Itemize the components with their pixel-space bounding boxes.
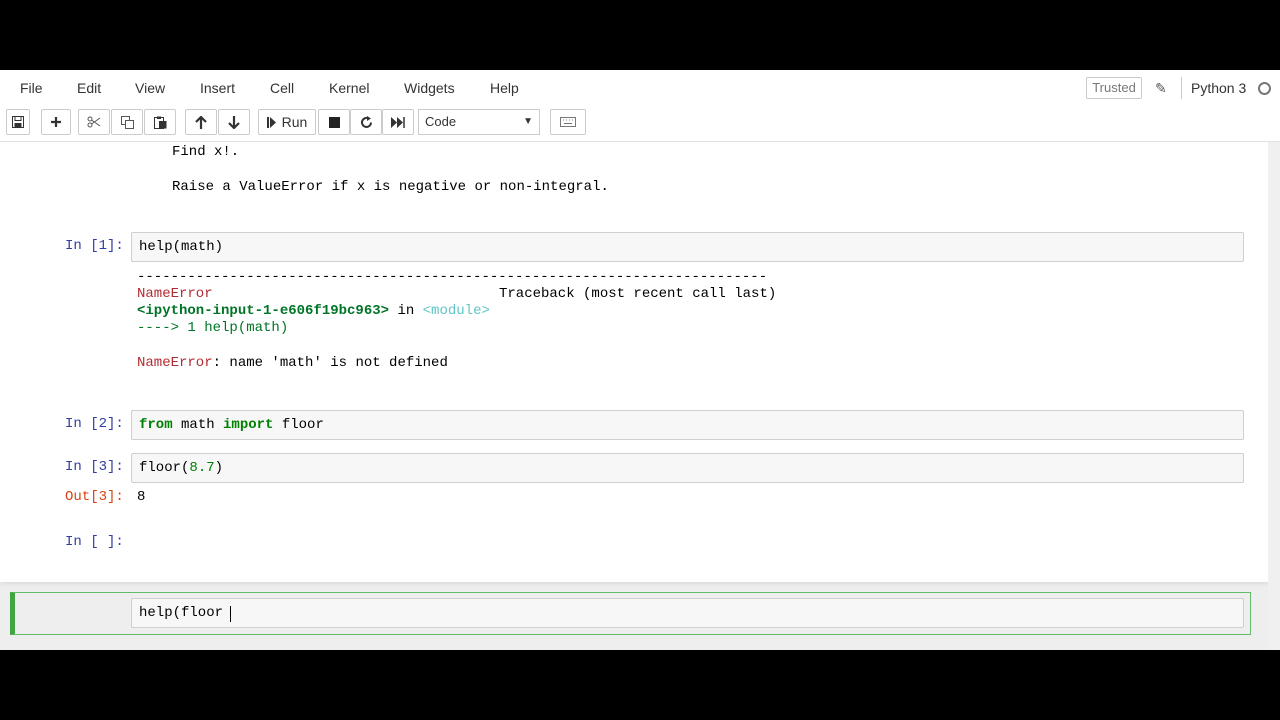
- menu-view[interactable]: View: [135, 80, 165, 96]
- keyboard-icon: [560, 117, 576, 127]
- menu-kernel[interactable]: Kernel: [329, 80, 369, 96]
- copy-button[interactable]: [111, 109, 143, 135]
- error-message: : name 'math' is not defined: [212, 355, 448, 371]
- cut-button[interactable]: [78, 109, 110, 135]
- kernel-separator: [1181, 77, 1182, 99]
- scissors-icon: [87, 116, 101, 128]
- move-up-button[interactable]: [185, 109, 217, 135]
- traceback-header: Traceback (most recent call last): [499, 286, 777, 302]
- code-close: ): [214, 460, 224, 476]
- save-button[interactable]: [6, 109, 30, 135]
- toolbar: Run Code ▼: [0, 106, 1280, 142]
- menu-help[interactable]: Help: [490, 80, 519, 96]
- chevron-down-icon: ▼: [523, 116, 533, 127]
- traceback-location: <ipython-input-1-e606f19bc963>: [137, 303, 390, 319]
- code-number: 8.7: [189, 460, 215, 476]
- paste-icon: [153, 116, 166, 129]
- traceback-in: in: [389, 303, 423, 319]
- text-cursor: [230, 606, 231, 622]
- run-button[interactable]: Run: [258, 109, 316, 135]
- copy-icon: [120, 115, 134, 129]
- menu-insert[interactable]: Insert: [200, 80, 235, 96]
- code-call: floor(: [139, 460, 190, 476]
- doc-output-line: Find x!.: [172, 144, 240, 160]
- plus-icon: [51, 117, 61, 127]
- cell-type-select[interactable]: Code ▼: [418, 109, 540, 135]
- keyword-from: from: [139, 417, 173, 433]
- code-cell-input[interactable]: from math import floor: [131, 410, 1244, 440]
- error-message-name: NameError: [137, 355, 213, 371]
- code-line: help(math): [139, 239, 224, 255]
- trusted-indicator[interactable]: Trusted: [1086, 77, 1142, 99]
- command-palette-button[interactable]: [550, 109, 586, 135]
- input-prompt: In [3]:: [65, 459, 124, 475]
- arrow-up-icon: [195, 115, 207, 129]
- output-prompt: Out[3]:: [65, 489, 124, 505]
- scrollbar[interactable]: [1268, 142, 1280, 650]
- run-label: Run: [281, 114, 308, 130]
- code-cell-input[interactable]: help(math): [131, 232, 1244, 262]
- code-line: floor(8.7): [139, 460, 223, 476]
- menu-file[interactable]: File: [20, 80, 43, 96]
- traceback-arrow-line: ----> 1 help(math): [137, 320, 289, 336]
- notebook-container[interactable]: Find x!. Raise a ValueError if x is nega…: [0, 142, 1280, 650]
- menu-edit[interactable]: Edit: [77, 80, 101, 96]
- code-cell-input[interactable]: help(floor: [131, 598, 1244, 628]
- run-icon: [266, 116, 276, 128]
- move-down-button[interactable]: [218, 109, 250, 135]
- menu-cell[interactable]: Cell: [270, 80, 294, 96]
- input-prompt: In [1]:: [65, 238, 124, 254]
- menubar: File Edit View Insert Cell Kernel Widget…: [0, 70, 1280, 106]
- output-value: 8: [137, 489, 146, 505]
- jupyter-app: File Edit View Insert Cell Kernel Widget…: [0, 70, 1280, 650]
- save-icon: [12, 116, 24, 128]
- code-module: math: [172, 417, 224, 433]
- error-message-line: NameError: name 'math' is not defined: [137, 355, 448, 371]
- code-name: floor: [273, 417, 324, 433]
- traceback-location-line: <ipython-input-1-e606f19bc963> in <modul…: [137, 303, 490, 319]
- traceback-divider: ----------------------------------------…: [137, 269, 768, 285]
- error-name: NameError: [137, 286, 213, 302]
- interrupt-button[interactable]: [318, 109, 350, 135]
- fast-forward-icon: [391, 116, 405, 128]
- keyword-import: import: [223, 417, 274, 433]
- code-line: help(floor: [139, 605, 224, 621]
- traceback-module: <module>: [422, 303, 490, 319]
- input-prompt: In [ ]:: [65, 534, 124, 550]
- code-cell-input[interactable]: floor(8.7): [131, 453, 1244, 483]
- kernel-status-icon: [1258, 82, 1271, 95]
- cell-type-value: Code: [425, 114, 457, 129]
- input-prompt: In [2]:: [65, 416, 124, 432]
- restart-run-all-button[interactable]: [382, 109, 414, 135]
- insert-cell-button[interactable]: [41, 109, 71, 135]
- doc-output-line: Raise a ValueError if x is negative or n…: [172, 179, 609, 195]
- menu-widgets[interactable]: Widgets: [404, 80, 455, 96]
- arrow-down-icon: [228, 115, 240, 129]
- pencil-icon[interactable]: ✎: [1155, 80, 1167, 97]
- stop-icon: [328, 116, 340, 128]
- notebook-page: Find x!. Raise a ValueError if x is nega…: [0, 142, 1269, 635]
- paste-button[interactable]: [144, 109, 176, 135]
- restart-icon: [360, 115, 372, 128]
- restart-button[interactable]: [350, 109, 382, 135]
- kernel-name[interactable]: Python 3: [1191, 80, 1246, 96]
- code-line: from math import floor: [139, 417, 324, 433]
